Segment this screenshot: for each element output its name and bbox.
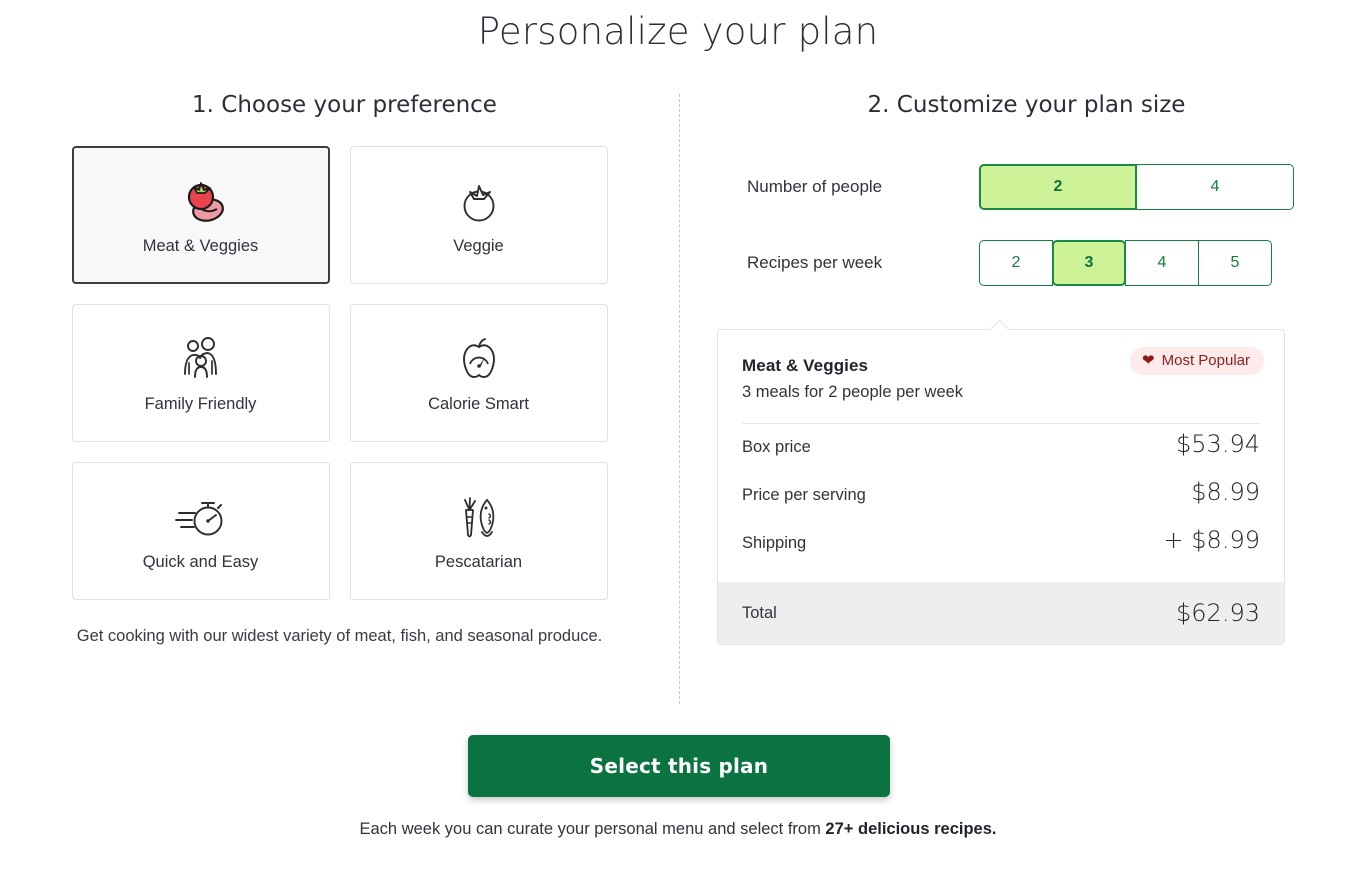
recipes-option-5[interactable]: 5 (1198, 240, 1272, 286)
vertical-divider (679, 94, 680, 704)
recipes-option-2[interactable]: 2 (979, 240, 1053, 286)
preference-card-quick-and-easy[interactable]: Quick and Easy (71, 462, 330, 600)
preference-card-grid: Meat & Veggies Veggie Family Friendly Ca… (71, 146, 608, 600)
apple-gauge-icon (456, 333, 502, 387)
total-label: Total (742, 603, 777, 622)
carrot-fish-icon (453, 491, 505, 545)
recipes-per-week-label: Recipes per week (747, 253, 883, 272)
tomato-icon (456, 175, 502, 229)
meat-veggies-icon (175, 175, 227, 229)
price-label: Shipping (742, 534, 807, 552)
most-popular-badge: ❤ Most Popular (1130, 347, 1264, 375)
page-title: Personalize your plan (477, 10, 879, 53)
preference-card-label: Meat & Veggies (142, 236, 259, 255)
stopwatch-icon (173, 491, 229, 545)
select-this-plan-button[interactable]: Select this plan (468, 735, 890, 797)
preference-card-label: Calorie Smart (428, 394, 529, 413)
price-label: Box price (742, 438, 811, 456)
people-option-4[interactable]: 4 (1136, 164, 1294, 210)
preference-column: 1. Choose your preference Meat & Veggies (0, 92, 679, 651)
recipes-per-week-row: Recipes per week 2 3 4 5 (747, 240, 1272, 286)
price-row-price-per-serving: Price per serving $8.99 (742, 478, 1260, 526)
price-value: $8.99 (1191, 478, 1260, 506)
total-value: $62.93 (1176, 599, 1260, 627)
preference-card-family-friendly[interactable]: Family Friendly (71, 304, 330, 442)
number-of-people-label: Number of people (747, 177, 883, 196)
summary-plan-subtitle: 3 meals for 2 people per week (742, 383, 964, 401)
heart-icon: ❤ (1142, 352, 1155, 369)
plan-size-column: 2. Customize your plan size Number of pe… (679, 92, 1356, 645)
price-label: Price per serving (742, 486, 866, 504)
price-row-shipping: Shipping + $8.99 (742, 526, 1260, 574)
plan-summary-card: Meat & Veggies 3 meals for 2 people per … (717, 329, 1285, 645)
preference-card-label: Pescatarian (434, 552, 523, 571)
price-value: + $8.99 (1163, 526, 1260, 554)
summary-divider (742, 423, 1260, 424)
recipes-option-4[interactable]: 4 (1125, 240, 1199, 286)
price-breakdown: Box price $53.94 Price per serving $8.99… (718, 430, 1284, 574)
family-icon (176, 333, 226, 387)
preference-card-calorie-smart[interactable]: Calorie Smart (349, 304, 608, 442)
footnote-highlight: 27+ delicious recipes. (825, 820, 997, 838)
preference-card-veggie[interactable]: Veggie (349, 146, 608, 284)
footnote-text: Each week you can curate your personal m… (359, 820, 826, 838)
people-option-2[interactable]: 2 (979, 164, 1137, 210)
footnote: Each week you can curate your personal m… (0, 820, 1356, 839)
price-row-box-price: Box price $53.94 (742, 430, 1260, 478)
price-value: $53.94 (1176, 430, 1260, 458)
recipes-option-3[interactable]: 3 (1052, 240, 1126, 286)
recipes-per-week-selector: 2 3 4 5 (979, 240, 1272, 286)
preference-card-label: Veggie (453, 236, 504, 255)
personalize-plan-page: Personalize your plan 1. Choose your pre… (0, 0, 1356, 870)
preference-card-label: Quick and Easy (142, 552, 259, 571)
summary-pointer-notch (990, 320, 1010, 330)
number-of-people-selector: 2 4 (979, 164, 1294, 210)
preference-card-meat-veggies[interactable]: Meat & Veggies (71, 146, 330, 284)
plan-size-heading: 2. Customize your plan size (867, 92, 1186, 118)
columns-container: 1. Choose your preference Meat & Veggies (0, 92, 1356, 712)
total-row: Total $62.93 (718, 582, 1284, 644)
preference-heading: 1. Choose your preference (192, 92, 497, 118)
preference-description: Get cooking with our widest variety of m… (76, 627, 603, 645)
preference-card-label: Family Friendly (144, 394, 257, 413)
number-of-people-row: Number of people 2 4 (747, 164, 1294, 210)
most-popular-badge-label: Most Popular (1161, 352, 1250, 369)
summary-header: Meat & Veggies 3 meals for 2 people per … (718, 330, 1284, 402)
preference-card-pescatarian[interactable]: Pescatarian (349, 462, 608, 600)
